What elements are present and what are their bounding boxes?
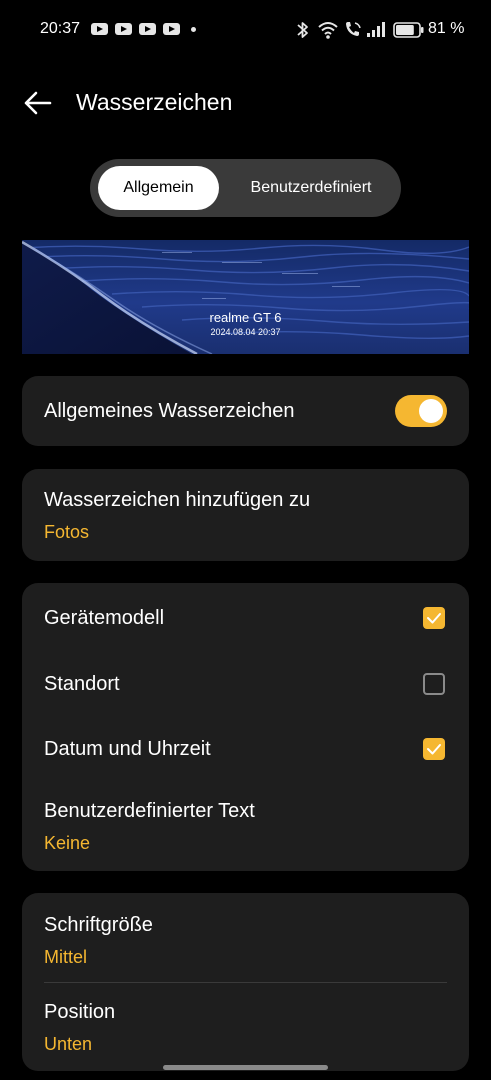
toggle-knob	[419, 399, 443, 423]
tab-switcher: Allgemein Benutzerdefiniert	[90, 159, 401, 217]
status-time: 20:37	[40, 20, 81, 37]
date-time-checkbox[interactable]	[423, 738, 445, 760]
back-button[interactable]	[22, 86, 56, 120]
home-indicator[interactable]	[163, 1065, 328, 1070]
preview-datetime-text: 2024.08.04 20:37	[210, 327, 281, 337]
add-watermark-card[interactable]: Wasserzeichen hinzufügen zu Fotos	[22, 469, 469, 561]
youtube-icon	[139, 23, 156, 35]
signal-icon	[367, 22, 385, 37]
page-title: Wasserzeichen	[76, 89, 233, 115]
watermark-options-card: Gerätemodell Standort Datum und Uhrzeit …	[22, 583, 469, 871]
preview-model-text: realme GT 6	[209, 310, 282, 325]
date-time-label: Datum und Uhrzeit	[44, 738, 211, 760]
battery-percentage: 81 %	[428, 20, 465, 37]
position-label: Position	[44, 1001, 116, 1023]
location-label: Standort	[44, 673, 120, 695]
general-watermark-toggle[interactable]	[395, 395, 447, 427]
add-watermark-label: Wasserzeichen hinzufügen zu	[44, 489, 311, 511]
custom-text-value: Keine	[44, 833, 91, 853]
wifi-icon	[318, 22, 338, 39]
device-model-label: Gerätemodell	[44, 607, 165, 629]
general-watermark-label: Allgemeines Wasserzeichen	[44, 400, 295, 422]
location-checkbox[interactable]	[423, 673, 445, 695]
tab-allgemein[interactable]: Allgemein	[98, 166, 219, 210]
font-size-row[interactable]: Schriftgröße Mittel	[22, 893, 469, 982]
font-size-value: Mittel	[44, 947, 88, 967]
position-value: Unten	[44, 1034, 93, 1054]
youtube-icon	[163, 23, 180, 35]
check-icon	[427, 744, 441, 755]
device-model-checkbox[interactable]	[423, 607, 445, 629]
youtube-icon	[91, 23, 108, 35]
wifi-call-icon	[346, 22, 361, 36]
add-watermark-value: Fotos	[44, 522, 90, 542]
more-notifications-icon	[191, 27, 196, 32]
position-row[interactable]: Position Unten	[22, 983, 469, 1071]
general-watermark-card: Allgemeines Wasserzeichen	[22, 376, 469, 446]
watermark-preview: realme GT 6 2024.08.04 20:37	[22, 240, 469, 354]
battery-icon	[393, 22, 424, 38]
custom-text-row[interactable]: Benutzerdefinierter Text Keine	[22, 782, 469, 871]
tab-benutzerdefiniert[interactable]: Benutzerdefiniert	[230, 166, 392, 210]
location-row[interactable]: Standort	[22, 650, 469, 716]
status-bar: 20:37 81 %	[0, 0, 491, 60]
device-model-row[interactable]: Gerätemodell	[22, 583, 469, 650]
custom-text-label: Benutzerdefinierter Text	[44, 800, 255, 822]
preview-watermark: realme GT 6 2024.08.04 20:37	[22, 310, 469, 338]
font-size-label: Schriftgröße	[44, 914, 153, 936]
youtube-icon	[115, 23, 132, 35]
watermark-style-card: Schriftgröße Mittel Position Unten	[22, 893, 469, 1071]
check-icon	[427, 613, 441, 624]
arrow-left-icon	[24, 91, 52, 115]
bluetooth-icon	[297, 22, 308, 38]
date-time-row[interactable]: Datum und Uhrzeit	[22, 716, 469, 782]
